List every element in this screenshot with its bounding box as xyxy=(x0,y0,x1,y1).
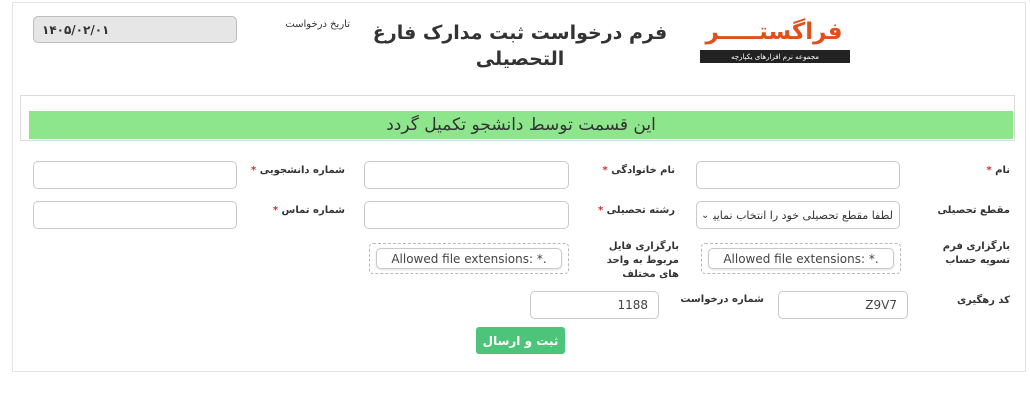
phone-label: شماره تماس * xyxy=(272,205,345,216)
student-number-input[interactable] xyxy=(33,161,237,189)
submit-button[interactable]: ثبت و ارسال xyxy=(476,327,565,354)
family-name-label: نام خانوادگی * xyxy=(602,165,675,176)
degree-select-value: لطفا مقطع تحصیلی خود را انتخاب نمایید xyxy=(713,208,893,222)
notice-banner: این قسمت توسط دانشجو تکمیل گردد xyxy=(29,111,1013,139)
settlement-upload-label: بارگزاری فرم تسویه حساب xyxy=(942,241,1010,266)
family-name-input[interactable] xyxy=(364,161,569,189)
brand-logo: فراگستـــــر xyxy=(705,19,843,45)
tracking-code-label: کد رهگیری xyxy=(956,295,1010,306)
first-name-input[interactable] xyxy=(696,161,900,189)
units-upload-label: بارگزاری فایل مربوط به واحد های مختلف xyxy=(606,241,679,280)
notice-box: این قسمت توسط دانشجو تکمیل گردد xyxy=(20,95,1015,141)
chevron-down-icon: ⌄ xyxy=(701,209,710,221)
request-date-label: تاریخ درخواست xyxy=(285,19,350,30)
tracking-code-field: Z9V7 xyxy=(778,291,908,319)
page-title: فرم درخواست ثبت مدارک فارغ xyxy=(372,22,668,44)
units-upload-button[interactable]: Allowed file extensions: *. xyxy=(376,248,562,269)
page-title-line2: التحصیلی xyxy=(475,48,565,70)
request-number-field: 1188 xyxy=(530,291,659,319)
brand-tagline: مجموعه نرم افزارهای یکپارچه xyxy=(700,50,850,63)
first-name-label: نام * xyxy=(986,165,1010,176)
request-date-field: ۱۴۰۵/۰۲/۰۱ xyxy=(33,16,237,43)
request-number-label: شماره درخواست xyxy=(680,294,764,305)
degree-select[interactable]: لطفا مقطع تحصیلی خود را انتخاب نمایید ⌄ xyxy=(696,201,900,229)
student-number-label: شماره دانشجویی * xyxy=(251,165,345,176)
units-upload-dropzone[interactable]: Allowed file extensions: *. xyxy=(369,243,569,274)
degree-label: مقطع تحصیلی xyxy=(937,205,1010,216)
major-input[interactable] xyxy=(364,201,569,229)
settlement-upload-dropzone[interactable]: Allowed file extensions: *. xyxy=(701,243,901,274)
settlement-upload-button[interactable]: Allowed file extensions: *. xyxy=(708,248,894,269)
phone-input[interactable] xyxy=(33,201,237,229)
major-label: رشته تحصیلی * xyxy=(597,205,675,216)
